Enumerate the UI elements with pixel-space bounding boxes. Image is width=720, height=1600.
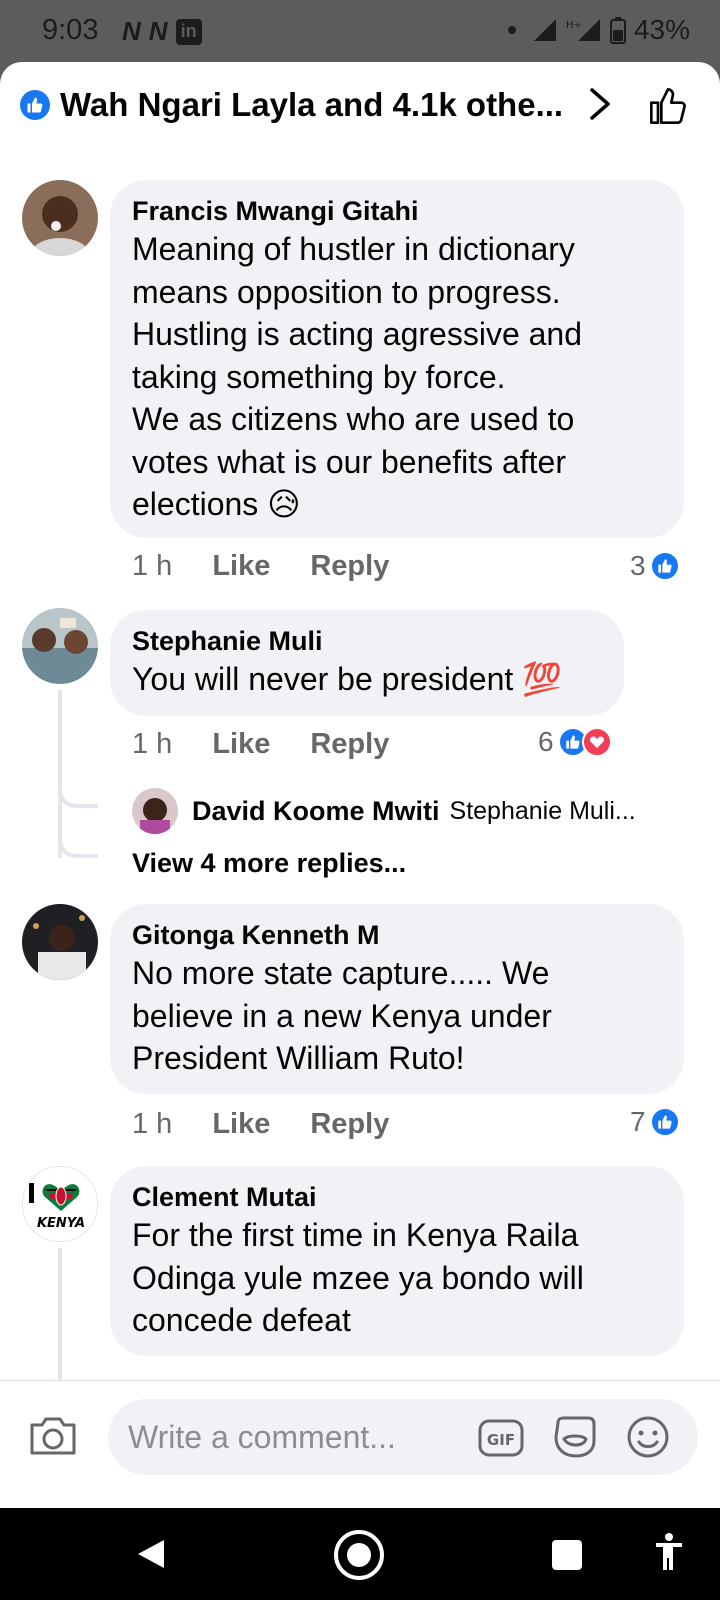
- comment-line: No more state capture..... We: [132, 955, 550, 991]
- thread-connector: [58, 764, 98, 808]
- comment-line: believe in a new Kenya under: [132, 997, 552, 1034]
- thread-line: [58, 1248, 62, 1388]
- chevron-right-icon[interactable]: [588, 86, 612, 122]
- thread-connector: [58, 818, 98, 858]
- like-post-icon[interactable]: [648, 86, 688, 126]
- comment-actions: 1 h Like Reply: [132, 1108, 429, 1141]
- comment-line: Meaning of hustler in dictionary: [132, 231, 575, 267]
- comment-line: concede defeat: [132, 1302, 351, 1338]
- comment-text: You will never be president 💯: [132, 661, 563, 697]
- comment-author[interactable]: Gitonga Kenneth M: [132, 918, 662, 952]
- comment-line: We as citizens who are used to: [132, 401, 575, 437]
- reaction-summary[interactable]: 6: [538, 726, 612, 758]
- home-icon[interactable]: [332, 1528, 386, 1582]
- svg-text:H+: H+: [566, 20, 582, 31]
- emoji-icon[interactable]: [626, 1415, 670, 1459]
- comment-author[interactable]: Clement Mutai: [132, 1180, 662, 1214]
- comment-line: means opposition to progress.: [132, 273, 561, 310]
- reply-button[interactable]: Reply: [310, 1108, 389, 1141]
- reply-snippet: Stephanie Muli...: [449, 796, 636, 825]
- like-reaction-icon: [20, 90, 50, 120]
- comment-actions: 1 h Like Reply: [132, 728, 429, 761]
- like-button[interactable]: Like: [212, 1108, 270, 1141]
- kenya-heart-icon: KENYA: [23, 1167, 97, 1241]
- comment-actions: 1 h Like Reply: [132, 550, 429, 583]
- comment-author[interactable]: Stephanie Muli: [132, 624, 602, 658]
- comment-line: votes what is our benefits after: [132, 443, 566, 480]
- comment-text: Meaning of hustler in dictionary means o…: [132, 228, 662, 526]
- notification-dot-icon: [507, 26, 516, 34]
- reply-preview[interactable]: David Koome Mwiti Stephanie Muli...: [132, 788, 660, 834]
- svg-text:GIF: GIF: [487, 1431, 515, 1449]
- reaction-count: 7: [630, 1106, 646, 1137]
- view-more-replies-link[interactable]: View 4 more replies...: [132, 848, 406, 879]
- comment-time: 1 h: [132, 550, 173, 582]
- like-button[interactable]: Like: [212, 550, 270, 583]
- camera-icon[interactable]: [28, 1413, 78, 1457]
- comment-author[interactable]: Francis Mwangi Gitahi: [132, 194, 662, 228]
- comment-line: taking something by force.: [132, 358, 506, 395]
- avatar[interactable]: [132, 788, 178, 834]
- sticker-icon[interactable]: [552, 1415, 598, 1459]
- recents-icon[interactable]: [552, 1540, 582, 1570]
- reaction-count: 3: [630, 550, 646, 581]
- reaction-count: 6: [538, 726, 554, 757]
- gif-icon[interactable]: GIF: [478, 1419, 524, 1457]
- netflix-notification-icon: N: [148, 16, 168, 46]
- reactions-summary[interactable]: Wah Ngari Layla and 4.1k othe...: [60, 86, 575, 124]
- comments-sheet: Wah Ngari Layla and 4.1k othe... Francis…: [0, 62, 720, 1508]
- signal-hplus-icon: H+: [566, 19, 600, 41]
- avatar[interactable]: [22, 180, 98, 256]
- accessibility-icon[interactable]: [654, 1532, 684, 1572]
- comment-input-wrap: GIF: [108, 1399, 698, 1475]
- comment-bubble[interactable]: Francis Mwangi Gitahi Meaning of hustler…: [110, 180, 684, 538]
- comment-line: For the first time in Kenya Raila: [132, 1217, 579, 1253]
- comment-line: Odinga yule mzee ya bondo will: [132, 1259, 584, 1296]
- signal-icon: [533, 19, 556, 41]
- like-reaction-icon: [649, 551, 680, 581]
- battery-icon: [609, 17, 626, 44]
- back-icon[interactable]: [136, 1538, 166, 1570]
- comment-bubble[interactable]: Clement Mutai For the first time in Keny…: [110, 1166, 684, 1356]
- system-status: H+ 43%: [507, 14, 690, 46]
- like-reaction-icon: [649, 1107, 680, 1137]
- linkedin-notification-icon: in: [175, 18, 202, 45]
- comment-composer: GIF: [0, 1380, 720, 1508]
- system-nav-bar: [0, 1508, 720, 1600]
- avatar[interactable]: [22, 904, 98, 980]
- comment-bubble[interactable]: Gitonga Kenneth M No more state capture.…: [110, 904, 684, 1094]
- reaction-summary[interactable]: 3: [630, 550, 680, 582]
- reply-button[interactable]: Reply: [310, 550, 389, 583]
- comment-line: Hustling is acting agressive and: [132, 316, 583, 352]
- battery-percent: 43%: [633, 14, 690, 45]
- kenya-text: KENYA: [37, 1216, 85, 1231]
- notification-icons: N N in: [122, 16, 202, 47]
- comment-input[interactable]: [128, 1399, 458, 1475]
- love-reaction-icon: [581, 727, 612, 757]
- reactions-header[interactable]: Wah Ngari Layla and 4.1k othe...: [0, 62, 720, 152]
- comment-text: For the first time in Kenya Raila Odinga…: [132, 1214, 662, 1342]
- comment-text: No more state capture..... We believe in…: [132, 952, 662, 1080]
- status-time: 9:03: [42, 14, 99, 46]
- netflix-notification-icon: N: [122, 16, 141, 46]
- like-button[interactable]: Like: [212, 728, 270, 761]
- avatar[interactable]: [22, 608, 98, 684]
- comment-line: President William Ruto!: [132, 1040, 465, 1076]
- reply-button[interactable]: Reply: [310, 728, 389, 761]
- comment-time: 1 h: [132, 1108, 173, 1140]
- comment-bubble[interactable]: Stephanie Muli You will never be preside…: [110, 610, 624, 716]
- reaction-summary[interactable]: 7: [630, 1106, 680, 1138]
- comment-line: elections 😥: [132, 486, 301, 522]
- status-bar: 9:03 N N in H+ 43%: [0, 0, 720, 62]
- avatar[interactable]: KENYA: [22, 1166, 98, 1242]
- reply-author[interactable]: David Koome Mwiti: [192, 796, 440, 827]
- comment-time: 1 h: [132, 728, 173, 760]
